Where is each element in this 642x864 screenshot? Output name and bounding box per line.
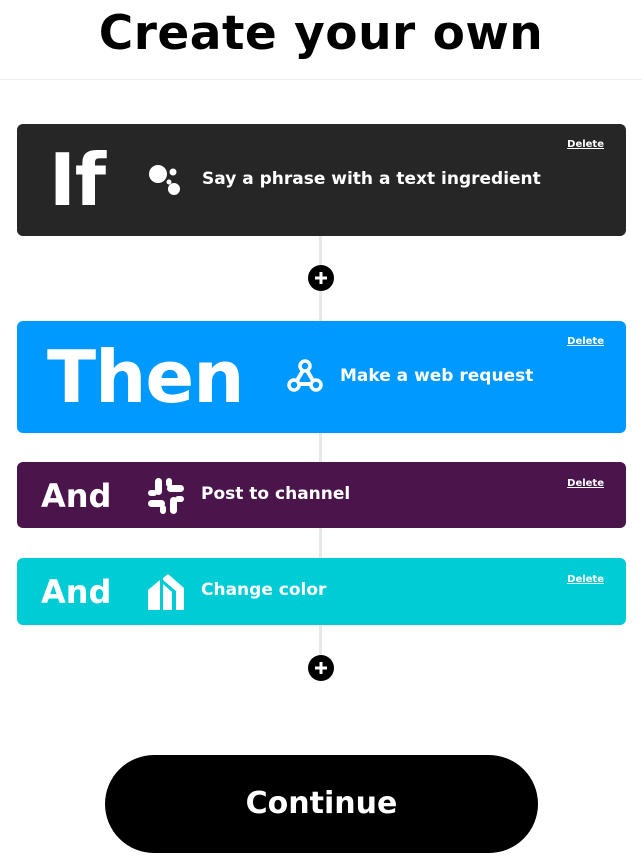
page-title: Create your own bbox=[98, 6, 544, 61]
delete-slack-link[interactable]: Delete bbox=[567, 478, 604, 489]
then-keyword: Then bbox=[47, 335, 244, 419]
if-keyword: If bbox=[49, 138, 106, 222]
page-header: Create your own bbox=[0, 0, 642, 80]
action-card-slack[interactable]: And Post to channel Delete bbox=[17, 462, 626, 528]
action-card-kasa[interactable]: And Change color Delete bbox=[17, 558, 626, 625]
action-card-webhooks[interactable]: Then Make a web request Delete bbox=[17, 321, 626, 433]
trigger-card[interactable]: If Say a phrase with a text ingredient D… bbox=[17, 124, 626, 236]
trigger-action-label: Say a phrase with a text ingredient bbox=[202, 169, 541, 189]
webhooks-action-label: Make a web request bbox=[340, 366, 534, 386]
add-step-button[interactable] bbox=[308, 265, 334, 291]
continue-button[interactable]: Continue bbox=[105, 755, 538, 853]
google-assistant-icon bbox=[149, 165, 180, 195]
slack-icon bbox=[148, 478, 184, 514]
and-keyword: And bbox=[41, 477, 112, 515]
add-step-button[interactable] bbox=[308, 655, 334, 681]
delete-kasa-link[interactable]: Delete bbox=[567, 574, 604, 585]
plus-icon bbox=[315, 662, 327, 674]
and-keyword: And bbox=[41, 573, 112, 611]
delete-webhooks-link[interactable]: Delete bbox=[567, 336, 604, 347]
kasa-action-label: Change color bbox=[201, 580, 327, 600]
delete-trigger-link[interactable]: Delete bbox=[567, 139, 604, 150]
slack-action-label: Post to channel bbox=[201, 484, 351, 504]
kasa-icon bbox=[148, 574, 184, 610]
webhooks-icon bbox=[287, 359, 323, 392]
plus-icon bbox=[315, 272, 327, 284]
